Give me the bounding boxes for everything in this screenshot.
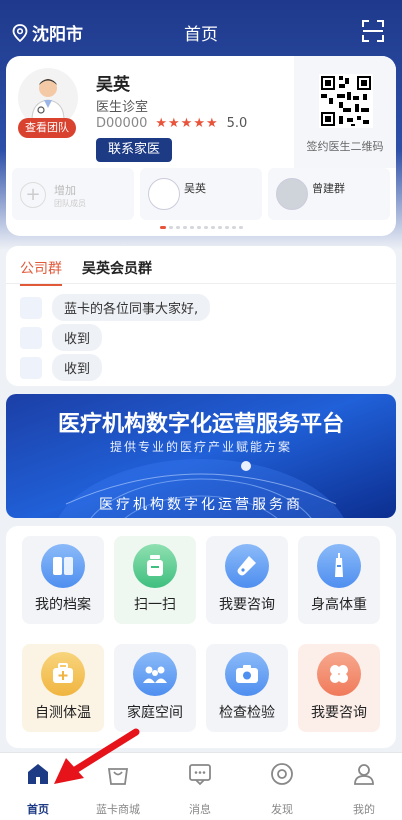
test-tube-icon [225,544,269,588]
service-temperature[interactable]: 自测体温 [22,644,104,732]
member-name: 吴英 [184,182,206,195]
carousel-dot [217,226,222,229]
service-scan[interactable]: 扫一扫 [114,536,196,624]
banner-footer: 医疗机构数字化运营服务商 [99,497,303,513]
member-avatar [276,178,308,210]
team-members: + 增加 团队成员 吴英 曾建群 [6,168,396,224]
sender-avatar [20,296,42,319]
member-name: 曾建群 [312,182,345,195]
add-member-title: 增加 [54,184,76,197]
service-label: 我要咨询 [311,705,367,721]
qr-panel[interactable]: 签约医生二维码 [294,56,396,168]
tab-profile[interactable]: 我的 [334,761,394,817]
qr-code-icon [319,74,373,128]
tab-label: 首页 [27,803,49,816]
add-member-subtitle: 团队成员 [54,199,86,208]
home-icon [28,764,48,784]
carousel-dot [224,226,229,229]
syringe-icon [317,544,361,588]
user-icon [354,764,374,785]
message-text: 蓝卡的各位同事大家好, [52,294,211,321]
carousel-dot [182,226,187,229]
carousel-dot [238,226,243,229]
service-label: 扫一扫 [134,597,176,613]
team-member-card[interactable]: 曾建群 [268,168,390,220]
doctor-avatar-wrap[interactable]: 查看团队 [16,68,80,138]
message-item[interactable]: 蓝卡的各位同事大家好, [20,294,211,321]
service-consult-2[interactable]: 我要咨询 [298,644,380,732]
add-member-button[interactable]: + 增加 团队成员 [12,168,134,220]
doctor-id-row: D00000 ★★★★★ 5.0 [96,116,247,131]
contact-doctor-button[interactable]: 联系家医 [96,138,172,162]
service-grid: 我的档案 扫一扫 我要咨询 身高体重 自测体温 家庭空间 检查检验 我要咨询 [6,526,396,748]
rating-value: 5.0 [226,116,248,131]
service-my-archive[interactable]: 我的档案 [22,536,104,624]
scan-bottle-icon [133,544,177,588]
tab-company-group[interactable]: 公司群 [20,258,62,286]
member-avatar [148,178,180,210]
service-label: 自测体温 [35,705,91,721]
carousel-dot [159,226,166,229]
qr-label: 签约医生二维码 [306,140,384,153]
service-consult[interactable]: 我要咨询 [206,536,288,624]
carousel-dot [231,226,236,229]
team-member-card[interactable]: 吴英 [140,168,262,220]
tab-label: 蓝卡商城 [96,803,140,816]
message-item[interactable]: 收到 [20,324,103,351]
service-label: 我要咨询 [219,597,275,613]
service-label: 身高体重 [311,597,367,613]
sender-avatar [20,356,42,379]
tab-label: 发现 [271,803,293,816]
tab-label: 消息 [189,803,211,816]
doctor-name: 吴英 [96,75,130,95]
doctor-card: 查看团队 吴英 医生诊室 D00000 ★★★★★ 5.0 联系家医 签约医生二… [6,56,396,236]
rating-stars: ★★★★★ [155,116,219,131]
group-chat-panel: 公司群 吴英会员群 蓝卡的各位同事大家好, 收到 收到 [6,246,396,386]
tab-discover[interactable]: 发现 [252,761,312,817]
carousel-dot [203,226,208,229]
group-tabs: 公司群 吴英会员群 [6,246,396,286]
carousel-dots [6,226,396,229]
promo-banner[interactable]: 医疗机构数字化运营服务平台 提供专业的医疗产业赋能方案 医疗机构数字化运营服务商 [6,394,396,518]
tab-member-group[interactable]: 吴英会员群 [82,258,152,278]
sender-avatar [20,326,42,349]
carousel-dot [175,226,180,229]
service-examination[interactable]: 检查检验 [206,644,288,732]
doctor-info: 查看团队 吴英 医生诊室 D00000 ★★★★★ 5.0 联系家医 [16,68,288,168]
compass-icon [271,763,293,785]
banner-title: 医疗机构数字化运营服务平台 [57,412,344,437]
red-arrow-annotation [54,728,140,784]
page-title: 首页 [184,25,218,45]
plus-icon: + [20,182,46,208]
message-text: 收到 [52,324,103,351]
archive-icon [41,544,85,588]
doctor-avatar-icon [31,79,65,120]
carousel-dot [168,226,173,229]
carousel-dot [196,226,201,229]
carousel-dot [189,226,194,229]
banner-subtitle: 提供专业的医疗产业赋能方案 [109,440,292,454]
service-height-weight[interactable]: 身高体重 [298,536,380,624]
carousel-dot [210,226,215,229]
message-icon [189,764,211,786]
doctor-org: 医生诊室 [96,100,149,115]
scan-icon[interactable] [362,20,384,42]
tab-label: 我的 [353,803,375,816]
service-label: 家庭空间 [127,705,183,721]
camera-icon [225,652,269,696]
tab-messages[interactable]: 消息 [170,761,230,817]
message-item[interactable]: 收到 [20,354,103,381]
view-team-badge[interactable]: 查看团队 [18,118,76,138]
service-label: 我的档案 [35,597,91,613]
medkit-icon [41,652,85,696]
message-text: 收到 [52,354,103,381]
service-family-space[interactable]: 家庭空间 [114,644,196,732]
top-bar: 沈阳市 首页 [0,0,402,60]
clover-icon [317,652,361,696]
service-label: 检查检验 [219,705,275,721]
doctor-id: D00000 [96,116,148,131]
family-icon [133,652,177,696]
